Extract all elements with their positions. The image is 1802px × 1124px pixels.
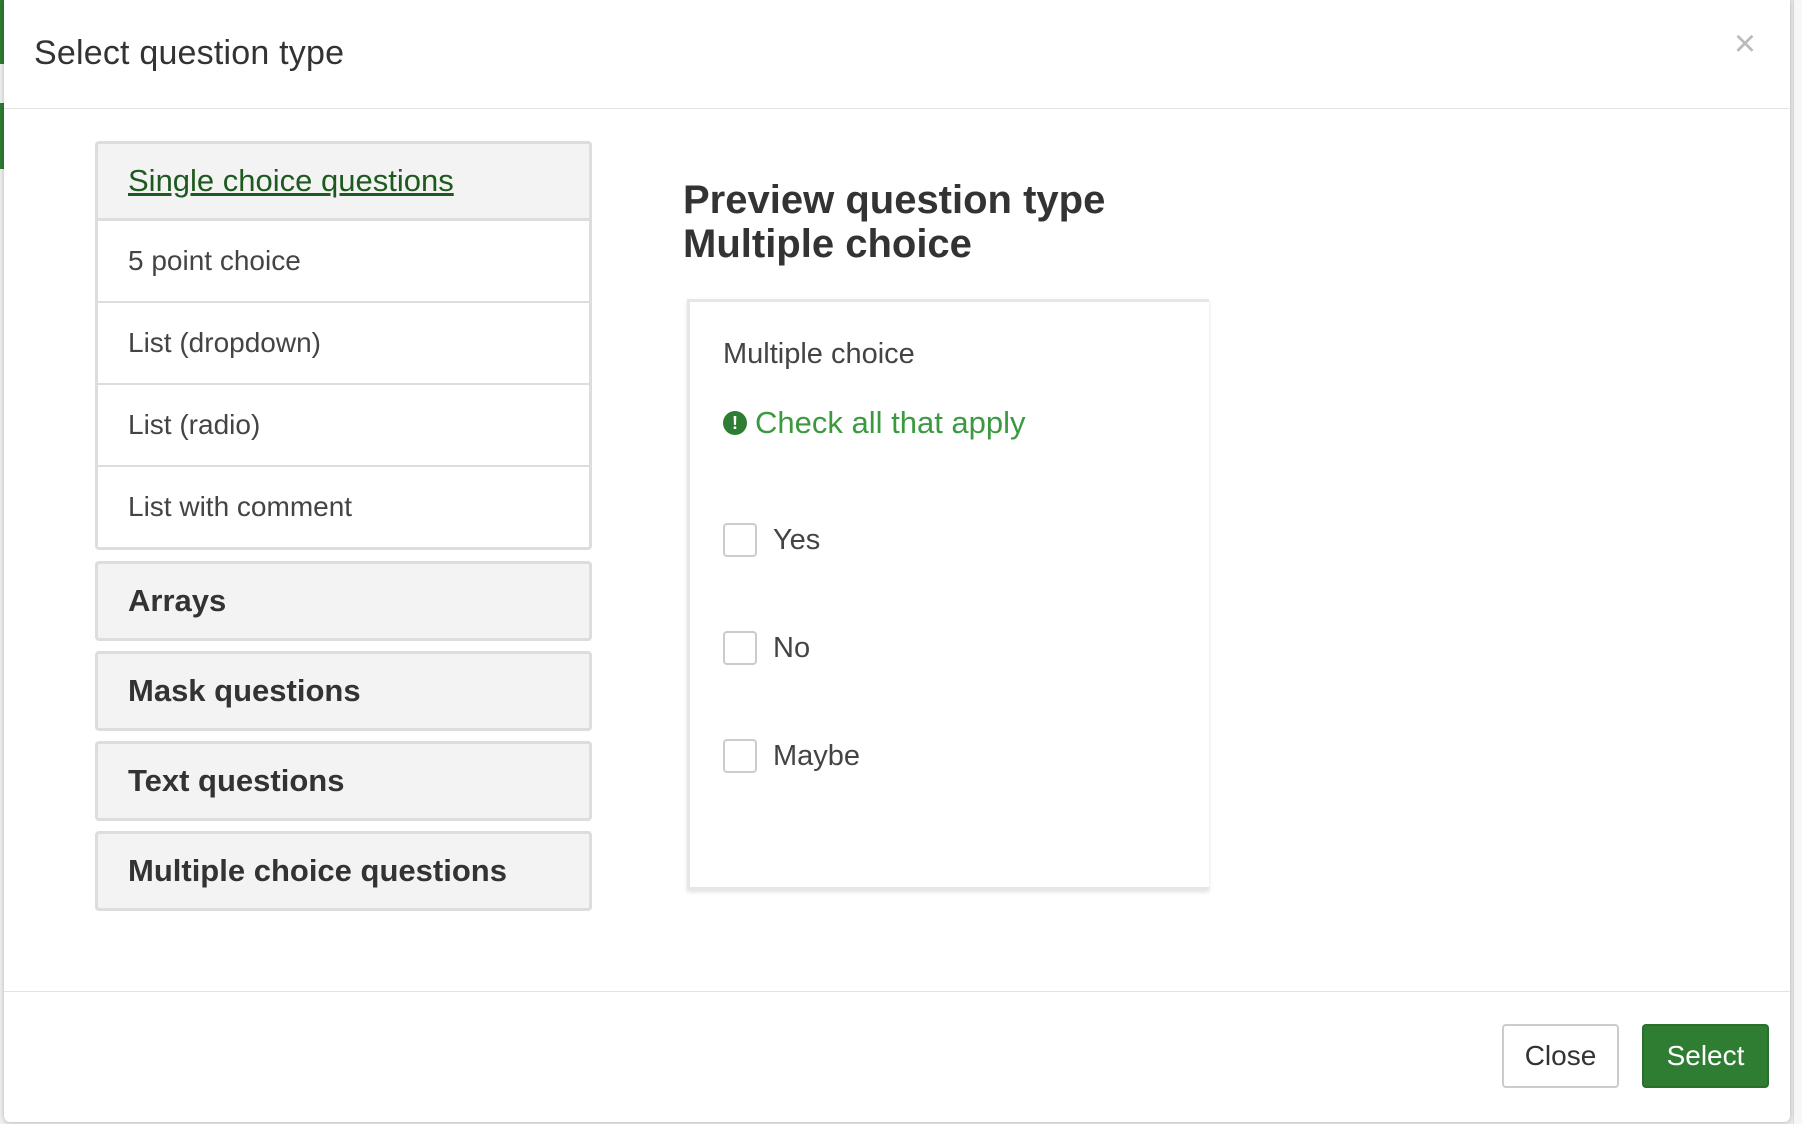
group-single-choice: Single choice questions 5 point choice L… (95, 141, 592, 550)
answer-option-maybe[interactable]: Maybe (723, 739, 860, 773)
answer-option-no[interactable]: No (723, 631, 810, 665)
checkbox[interactable] (723, 523, 757, 557)
modal-footer: Close Select (4, 991, 1790, 1122)
checkbox[interactable] (723, 739, 757, 773)
question-type-list-radio[interactable]: List (radio) (98, 385, 589, 467)
group-header-mask-questions[interactable]: Mask questions (98, 654, 589, 728)
group-mask-questions: Mask questions (95, 651, 592, 731)
preview-heading: Preview question type Multiple choice (683, 178, 1105, 266)
single-choice-items: 5 point choice List (dropdown) List (rad… (98, 218, 589, 547)
preview-heading-line2: Multiple choice (683, 222, 972, 266)
preview-question-label: Multiple choice (723, 338, 915, 370)
question-type-list-dropdown[interactable]: List (dropdown) (98, 303, 589, 385)
close-icon[interactable]: × (1730, 24, 1760, 64)
group-text-questions: Text questions (95, 741, 592, 821)
exclamation-circle-icon: ! (723, 411, 747, 435)
modal-header: Select question type × (4, 0, 1790, 109)
modal-title: Select question type (34, 34, 345, 72)
group-arrays: Arrays (95, 561, 592, 641)
answer-label: Yes (773, 523, 821, 556)
question-type-list-with-comment[interactable]: List with comment (98, 467, 589, 547)
question-type-5-point-choice[interactable]: 5 point choice (98, 221, 589, 303)
question-preview: Multiple choice ! Check all that apply Y… (687, 299, 1209, 890)
select-question-type-modal: Select question type × Single choice que… (4, 0, 1790, 1122)
preview-hint-text: Check all that apply (755, 405, 1026, 440)
group-multiple-choice-questions: Multiple choice questions (95, 831, 592, 911)
checkbox[interactable] (723, 631, 757, 665)
question-type-accordion: Single choice questions 5 point choice L… (95, 141, 592, 921)
preview-heading-line1: Preview question type (683, 178, 1106, 222)
group-header-arrays[interactable]: Arrays (98, 564, 589, 638)
group-header-single-choice[interactable]: Single choice questions (98, 144, 589, 218)
preview-hint: ! Check all that apply (723, 405, 1026, 441)
close-button[interactable]: Close (1502, 1024, 1619, 1088)
background-page-right (1793, 0, 1802, 1124)
select-button[interactable]: Select (1642, 1024, 1769, 1088)
group-header-multiple-choice-questions[interactable]: Multiple choice questions (98, 834, 589, 908)
answer-label: Maybe (773, 739, 861, 772)
answer-label: No (773, 631, 811, 664)
group-header-text-questions[interactable]: Text questions (98, 744, 589, 818)
answer-option-yes[interactable]: Yes (723, 523, 820, 557)
